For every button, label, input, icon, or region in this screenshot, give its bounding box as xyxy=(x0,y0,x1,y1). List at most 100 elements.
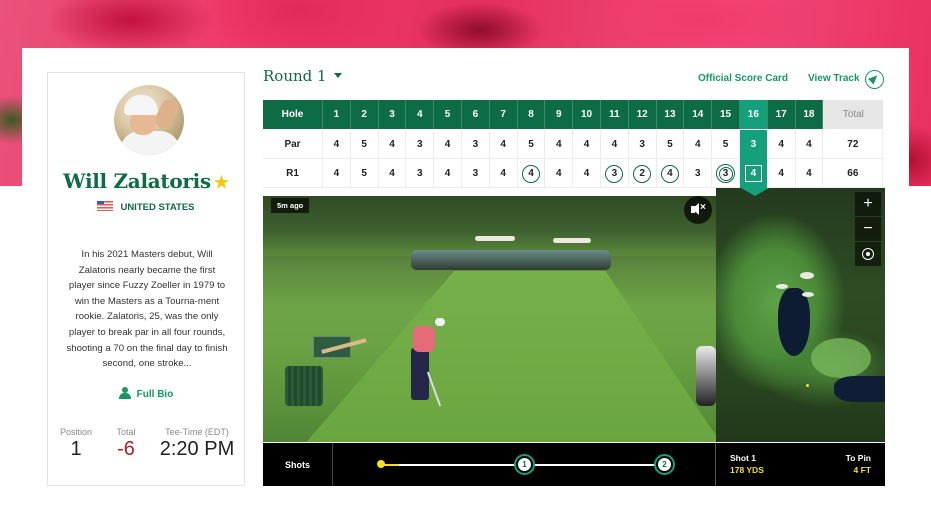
par-cell: 5 xyxy=(657,130,685,159)
par-cell: 5 xyxy=(518,130,546,159)
mute-icon[interactable]: × xyxy=(684,196,712,224)
hole-header-10[interactable]: 10 xyxy=(573,100,601,129)
person-icon xyxy=(118,387,131,399)
score-cell: 3 xyxy=(462,159,490,188)
recenter-button[interactable] xyxy=(855,242,881,266)
stat-tee-time-label: Tee-Time (EDT) xyxy=(165,427,229,437)
score-cell: 4 xyxy=(796,159,824,188)
round-selector[interactable]: Round 1 xyxy=(263,67,342,85)
to-pin-label: To Pin xyxy=(845,453,871,463)
hole-header-13[interactable]: 13 xyxy=(656,100,685,129)
shots-bar: Shots 1 2 Shot 1 178 YDS To Pin 4 FT xyxy=(263,443,885,486)
video-trees xyxy=(263,196,716,256)
scorecard-row-label: Hole xyxy=(263,100,323,129)
hole-header-6[interactable]: 6 xyxy=(461,100,490,129)
scorecard-row-label: Par xyxy=(263,130,323,159)
hole-header-15[interactable]: 15 xyxy=(712,100,740,129)
map-green xyxy=(811,338,871,378)
map-bunker xyxy=(800,272,814,279)
hole-header-1[interactable]: 1 xyxy=(323,100,351,129)
par-cell: 4 xyxy=(323,130,351,159)
shots-label: Shots xyxy=(263,443,333,486)
score-cell: 2 xyxy=(629,159,657,188)
shot-marker-number: 1 xyxy=(518,458,531,471)
scorecard-row-hole: Hole 1 2 3 4 5 6 7 8 9 10 11 12 13 14 15 16 17 18 Total xyxy=(263,100,885,129)
speaker-cone xyxy=(692,203,699,215)
player-name-text: Will Zalatoris xyxy=(63,169,211,193)
player-avatar xyxy=(114,85,184,155)
hole-header-8[interactable]: 8 xyxy=(517,100,546,129)
country-name: UNITED STATES xyxy=(120,202,195,213)
score-cell: 4 xyxy=(739,159,768,188)
score-cell: 4 xyxy=(490,159,518,188)
hole-header-11[interactable]: 11 xyxy=(600,100,629,129)
par-cell: 5 xyxy=(351,130,379,159)
shot-track-start[interactable] xyxy=(377,460,385,468)
par-cell: 4 xyxy=(490,130,518,159)
hole-header-18[interactable]: 18 xyxy=(795,100,824,129)
score-cell: 4 xyxy=(657,159,685,188)
stat-position-value: 1 xyxy=(70,438,82,460)
video-bunker xyxy=(553,238,591,243)
score-cell: 4 xyxy=(434,159,462,188)
hole-header-16[interactable]: 16 xyxy=(739,100,768,129)
zoom-in-button[interactable]: + xyxy=(855,192,881,216)
stat-tee-time-value: 2:20 PM xyxy=(159,438,235,460)
chevron-down-icon xyxy=(333,73,342,78)
video-pond xyxy=(411,250,611,270)
par-cell: 4 xyxy=(545,130,574,159)
score-cell: 4 xyxy=(379,159,407,188)
map-water xyxy=(834,376,885,402)
official-score-card-link[interactable]: Official Score Card xyxy=(698,73,788,84)
shot-video-player[interactable]: 5m ago × xyxy=(263,196,716,442)
avatar-shirt xyxy=(120,131,180,155)
par-cell: 3 xyxy=(406,130,435,159)
scorecard-row-label: R1 xyxy=(263,159,323,188)
score-cell: 4 xyxy=(573,159,601,188)
score-cell: 3 xyxy=(406,159,435,188)
par-cell: 4 xyxy=(768,130,796,159)
stat-total-value: -6 xyxy=(117,438,135,460)
avatar-cap xyxy=(124,95,158,115)
shot-marker-2[interactable]: 2 xyxy=(654,454,675,475)
shot-distance: 178 YDS xyxy=(730,465,764,475)
full-bio-label: Full Bio xyxy=(136,389,174,400)
score-cell: 4 xyxy=(545,159,574,188)
map-bunker xyxy=(776,284,788,289)
par-cell: 4 xyxy=(684,130,713,159)
hole-header-7[interactable]: 7 xyxy=(489,100,518,129)
current-hole-square: 4 xyxy=(744,165,762,182)
par-cell: 4 xyxy=(379,130,407,159)
hole-header-2[interactable]: 2 xyxy=(350,100,379,129)
par-cell: 4 xyxy=(434,130,462,159)
video-golfer-legs xyxy=(411,348,429,400)
video-timestamp: 5m ago xyxy=(271,198,310,213)
hole-header-17[interactable]: 17 xyxy=(767,100,796,129)
shot-marker-number: 2 xyxy=(658,458,671,471)
video-golfer-body xyxy=(413,326,435,352)
hole-header-3[interactable]: 3 xyxy=(378,100,407,129)
video-bunker xyxy=(475,236,515,241)
eagle-score: 3 xyxy=(718,166,733,181)
birdie-circle: 4 xyxy=(660,164,679,183)
score-cell: 4 xyxy=(768,159,796,188)
map-water xyxy=(778,288,810,356)
score-cell: 3 xyxy=(601,159,629,188)
score-cell: 5 xyxy=(351,159,379,188)
hole-header-4[interactable]: 4 xyxy=(406,100,435,129)
video-trash-can xyxy=(285,366,323,406)
zoom-out-button[interactable]: − xyxy=(855,217,881,241)
star-icon[interactable]: ★ xyxy=(214,173,229,193)
locate-icon xyxy=(862,248,874,260)
hole-header-5[interactable]: 5 xyxy=(434,100,462,129)
shot-marker-1[interactable]: 1 xyxy=(514,454,535,475)
par-cell: 5 xyxy=(712,130,740,159)
hole-header-14[interactable]: 14 xyxy=(684,100,713,129)
view-track-link[interactable]: View Track xyxy=(808,73,860,84)
hole-header-12[interactable]: 12 xyxy=(628,100,657,129)
full-bio-link[interactable]: Full Bio xyxy=(48,387,244,400)
par-cell: 4 xyxy=(573,130,601,159)
navigation-arrow-icon[interactable] xyxy=(865,70,884,89)
stat-position-label: Position xyxy=(59,427,93,437)
hole-header-9[interactable]: 9 xyxy=(545,100,574,129)
